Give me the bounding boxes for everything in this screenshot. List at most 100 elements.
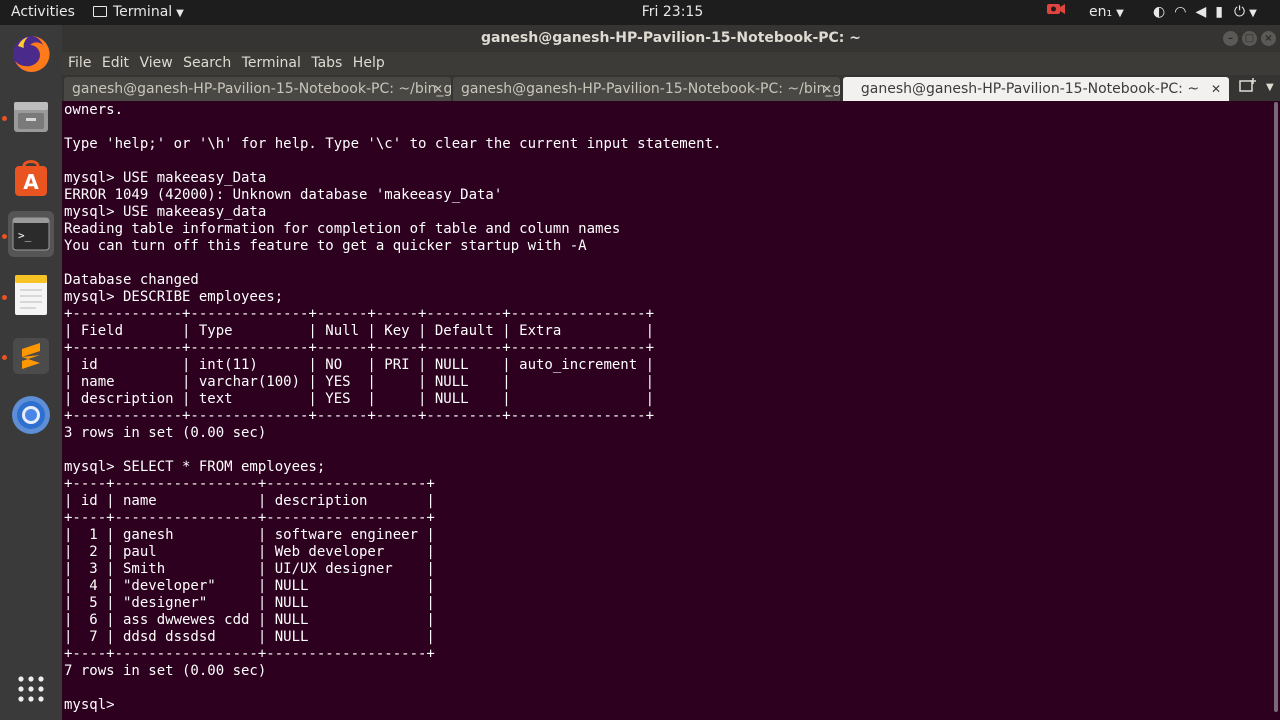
sublime-text-icon: [13, 338, 49, 374]
minimize-button[interactable]: –: [1223, 31, 1238, 46]
terminal-window: ganesh@ganesh-HP-Pavilion-15-Notebook-PC…: [62, 25, 1280, 720]
terminal-line: +-------------+--------------+------+---…: [64, 408, 655, 424]
files-icon: [14, 102, 48, 132]
tab-3-active[interactable]: ganesh@ganesh-HP-Pavilion-15-Notebook-PC…: [843, 77, 1229, 101]
text-editor-launcher[interactable]: [8, 272, 54, 318]
firefox-launcher[interactable]: [8, 31, 54, 77]
menu-search[interactable]: Search: [183, 52, 231, 75]
chrome-icon: [12, 396, 50, 434]
terminal-line: | id | name | description |: [64, 493, 435, 509]
terminal-line: +-------------+--------------+------+---…: [64, 340, 655, 356]
terminal-line: +----+-----------------+----------------…: [64, 646, 435, 662]
language-indicator[interactable]: en₁ ▼: [1089, 0, 1124, 25]
clock[interactable]: Fri 23:15: [0, 0, 1280, 25]
new-tab-icon: [1239, 78, 1256, 92]
terminal-line: +-------------+--------------+------+---…: [64, 306, 655, 322]
terminal-line: mysql> DESCRIBE employees;: [64, 289, 284, 305]
minimize-icon: –: [1228, 33, 1233, 44]
software-center-launcher[interactable]: A: [8, 154, 54, 200]
terminal-line: You can turn off this feature to get a q…: [64, 238, 587, 254]
camera-record-icon[interactable]: [1046, 0, 1066, 25]
volume-icon: ◀: [1195, 4, 1216, 20]
tab-1[interactable]: ganesh@ganesh-HP-Pavilion-15-Notebook-PC…: [64, 77, 451, 101]
maximize-button[interactable]: □: [1242, 31, 1257, 46]
window-titlebar[interactable]: ganesh@ganesh-HP-Pavilion-15-Notebook-PC…: [62, 25, 1280, 52]
terminal-launcher[interactable]: >_: [8, 211, 54, 257]
menu-tabs[interactable]: Tabs: [311, 52, 342, 75]
tab-2[interactable]: ganesh@ganesh-HP-Pavilion-15-Notebook-PC…: [453, 77, 840, 101]
terminal-line: | description | text | YES | | NULL | |: [64, 391, 655, 407]
menu-terminal[interactable]: Terminal: [242, 52, 301, 75]
terminal-line: | 4 | "developer" | NULL |: [64, 578, 435, 594]
terminal-line: +----+-----------------+----------------…: [64, 510, 435, 526]
text-editor-icon: [15, 275, 47, 315]
wifi-icon: ◠: [1174, 4, 1196, 20]
menu-view[interactable]: View: [139, 52, 172, 75]
system-tray[interactable]: ◐◠◀▮: [1153, 0, 1232, 25]
terminal-line: 7 rows in set (0.00 sec): [64, 663, 267, 679]
terminal-line: | 6 | ass dwwewes cdd | NULL |: [64, 612, 435, 628]
menu-edit[interactable]: Edit: [102, 52, 129, 75]
terminal-line: Reading table information for completion…: [64, 221, 621, 237]
svg-text:>_: >_: [18, 229, 32, 242]
new-tab-button[interactable]: [1238, 77, 1258, 99]
terminal-line: | 1 | ganesh | software engineer |: [64, 527, 435, 543]
scrollbar[interactable]: [1272, 102, 1280, 720]
close-window-button[interactable]: ×: [1261, 31, 1276, 46]
terminal-line: Type 'help;' or '\h' for help. Type '\c'…: [64, 136, 722, 152]
show-apps-icon: [18, 676, 44, 702]
tab-label: ganesh@ganesh-HP-Pavilion-15-Notebook-PC…: [860, 81, 1200, 97]
dock: A >_: [0, 25, 62, 720]
terminal-line: +----+-----------------+----------------…: [64, 476, 435, 492]
close-icon[interactable]: ✕: [433, 77, 443, 101]
tab-label: ganesh@ganesh-HP-Pavilion-15-Notebook-PC…: [461, 81, 840, 97]
maximize-icon: □: [1244, 33, 1255, 44]
tab-label: ganesh@ganesh-HP-Pavilion-15-Notebook-PC…: [72, 81, 451, 97]
battery-icon: ▮: [1215, 4, 1232, 20]
chevron-down-icon: ▼: [1266, 82, 1274, 93]
terminal-line: Database changed: [64, 272, 199, 288]
top-bar: Activities Terminal ▼ Fri 23:15 en₁ ▼ ◐◠◀▮…: [0, 0, 1280, 25]
chevron-down-icon: ▼: [1116, 8, 1124, 19]
system-menu[interactable]: ⏻ ▼: [1234, 0, 1257, 25]
terminal-line: 3 rows in set (0.00 sec): [64, 425, 267, 441]
tabs-menu-button[interactable]: ▼: [1266, 77, 1274, 99]
terminal-line: mysql>: [64, 697, 124, 713]
terminal-line: | 2 | paul | Web developer |: [64, 544, 435, 560]
chevron-down-icon: ▼: [1249, 8, 1257, 19]
terminal-line: owners.: [64, 102, 124, 118]
software-center-icon: A: [15, 160, 47, 196]
terminal-line: | 3 | Smith | UI/UX designer |: [64, 561, 435, 577]
files-launcher[interactable]: [8, 93, 54, 139]
terminal-line: mysql> USE makeeasy_data: [64, 204, 267, 220]
close-icon[interactable]: ✕: [822, 77, 832, 101]
sublime-text-launcher[interactable]: [8, 333, 54, 379]
terminal-line: | Field | Type | Null | Key | Default | …: [64, 323, 655, 339]
window-title: ganesh@ganesh-HP-Pavilion-15-Notebook-PC…: [481, 30, 861, 46]
terminal-output[interactable]: owners. Type 'help;' or '\h' for help. Ty…: [62, 102, 1272, 720]
svg-text:A: A: [23, 170, 39, 194]
close-icon[interactable]: ✕: [1211, 77, 1221, 101]
menu-help[interactable]: Help: [353, 52, 385, 75]
language-label: en: [1089, 4, 1107, 20]
terminal-line: ERROR 1049 (42000): Unknown database 'ma…: [64, 187, 503, 203]
show-apps-button[interactable]: [8, 666, 54, 712]
menu-bar: File Edit View Search Terminal Tabs Help: [62, 52, 1280, 75]
close-icon: ×: [1264, 33, 1273, 44]
terminal-line: | 7 | ddsd dssdsd | NULL |: [64, 629, 435, 645]
scrollbar-thumb[interactable]: [1274, 102, 1278, 712]
terminal-line: | id | int(11) | NO | PRI | NULL | auto_…: [64, 357, 655, 373]
menu-file[interactable]: File: [68, 52, 91, 75]
power-icon: ⏻: [1234, 4, 1246, 20]
terminal-line: | name | varchar(100) | YES | | NULL | |: [64, 374, 655, 390]
chrome-launcher[interactable]: [8, 392, 54, 438]
terminal-line: mysql> SELECT * FROM employees;: [64, 459, 326, 475]
tab-bar: ganesh@ganesh-HP-Pavilion-15-Notebook-PC…: [62, 75, 1280, 101]
terminal-icon: >_: [12, 217, 50, 251]
terminal-line: | 5 | "designer" | NULL |: [64, 595, 435, 611]
